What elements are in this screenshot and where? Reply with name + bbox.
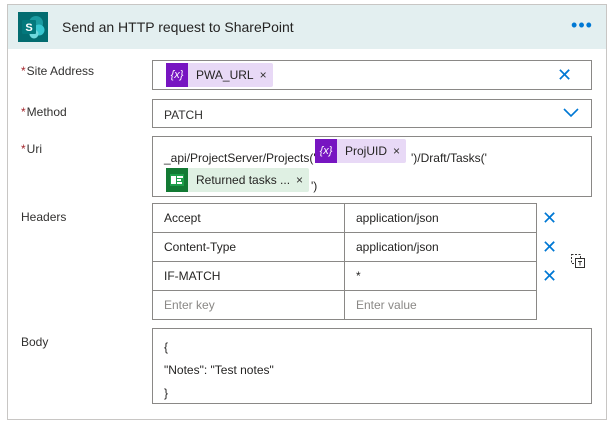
body-line: "Notes": "Test notes" — [164, 363, 274, 377]
required-marker: * — [21, 64, 26, 78]
chevron-down-icon[interactable] — [563, 106, 579, 118]
header-value-input[interactable]: application/json — [344, 203, 537, 233]
pwa-url-token[interactable]: {x} PWA_URL × — [166, 63, 273, 87]
sharepoint-letter: S — [25, 22, 32, 34]
uri-text-part2: ')/Draft/Tasks(' — [411, 151, 487, 165]
token-label: PWA_URL — [196, 68, 254, 82]
more-options-icon[interactable]: ••• — [568, 15, 596, 39]
action-title: Send an HTTP request to SharePoint — [62, 19, 294, 35]
remove-token-icon[interactable]: × — [296, 173, 309, 187]
new-header-value-input[interactable]: Enter value — [344, 290, 537, 320]
delete-header-row-icon[interactable]: ✕ — [542, 209, 557, 227]
site-address-field[interactable]: {x} PWA_URL × ✕ — [152, 60, 592, 90]
action-header[interactable]: S Send an HTTP request to SharePoint ••• — [8, 5, 606, 49]
header-key-input[interactable]: Content-Type — [152, 232, 345, 262]
token-label: Returned tasks ... — [196, 173, 291, 187]
site-address-label: *Site Address — [21, 64, 95, 78]
remove-token-icon[interactable]: × — [260, 68, 273, 82]
table-row: Content-Type application/json — [152, 232, 537, 262]
headers-label: Headers — [21, 210, 67, 224]
sharepoint-icon: S — [18, 12, 48, 42]
token-label: ProjUID — [345, 144, 388, 158]
method-label: *Method — [21, 105, 67, 119]
header-key-input[interactable]: Accept — [152, 203, 345, 233]
switch-to-text-mode-icon[interactable] — [570, 253, 586, 269]
table-row: Enter key Enter value — [152, 290, 537, 320]
method-dropdown[interactable]: PATCH — [152, 99, 592, 128]
uri-text-part3: ') — [311, 179, 318, 193]
clear-field-icon[interactable]: ✕ — [557, 66, 572, 84]
table-row: Accept application/json — [152, 203, 537, 233]
header-value-input[interactable]: application/json — [344, 232, 537, 262]
method-value: PATCH — [164, 108, 203, 122]
remove-token-icon[interactable]: × — [393, 144, 406, 158]
variable-icon: {x} — [166, 63, 188, 87]
body-label: Body — [21, 335, 49, 349]
header-key-input[interactable]: IF-MATCH — [152, 261, 345, 291]
project-glyph — [170, 174, 184, 186]
delete-header-row-icon[interactable]: ✕ — [542, 238, 557, 256]
required-marker: * — [21, 142, 26, 156]
header-value-input[interactable]: * — [344, 261, 537, 291]
body-line: } — [164, 386, 169, 400]
body-input[interactable]: { "Notes": "Test notes" } — [152, 328, 592, 404]
projuid-token[interactable]: {x} ProjUID × — [315, 139, 407, 163]
table-row: IF-MATCH * — [152, 261, 537, 291]
variable-icon: {x} — [315, 139, 337, 163]
body-line: { — [164, 340, 169, 354]
uri-field[interactable]: _api/ProjectServer/Projects(' {x} ProjUI… — [152, 136, 592, 197]
returned-tasks-token[interactable]: Returned tasks ... × — [166, 168, 310, 192]
action-card: S Send an HTTP request to SharePoint •••… — [7, 4, 607, 420]
required-marker: * — [21, 105, 26, 119]
new-header-key-input[interactable]: Enter key — [152, 290, 345, 320]
project-icon — [166, 168, 188, 192]
delete-header-row-icon[interactable]: ✕ — [542, 267, 557, 285]
uri-text-part1: _api/ProjectServer/Projects(' — [164, 151, 316, 165]
headers-table: Accept application/json Content-Type app… — [152, 203, 537, 320]
uri-label: *Uri — [21, 142, 42, 156]
